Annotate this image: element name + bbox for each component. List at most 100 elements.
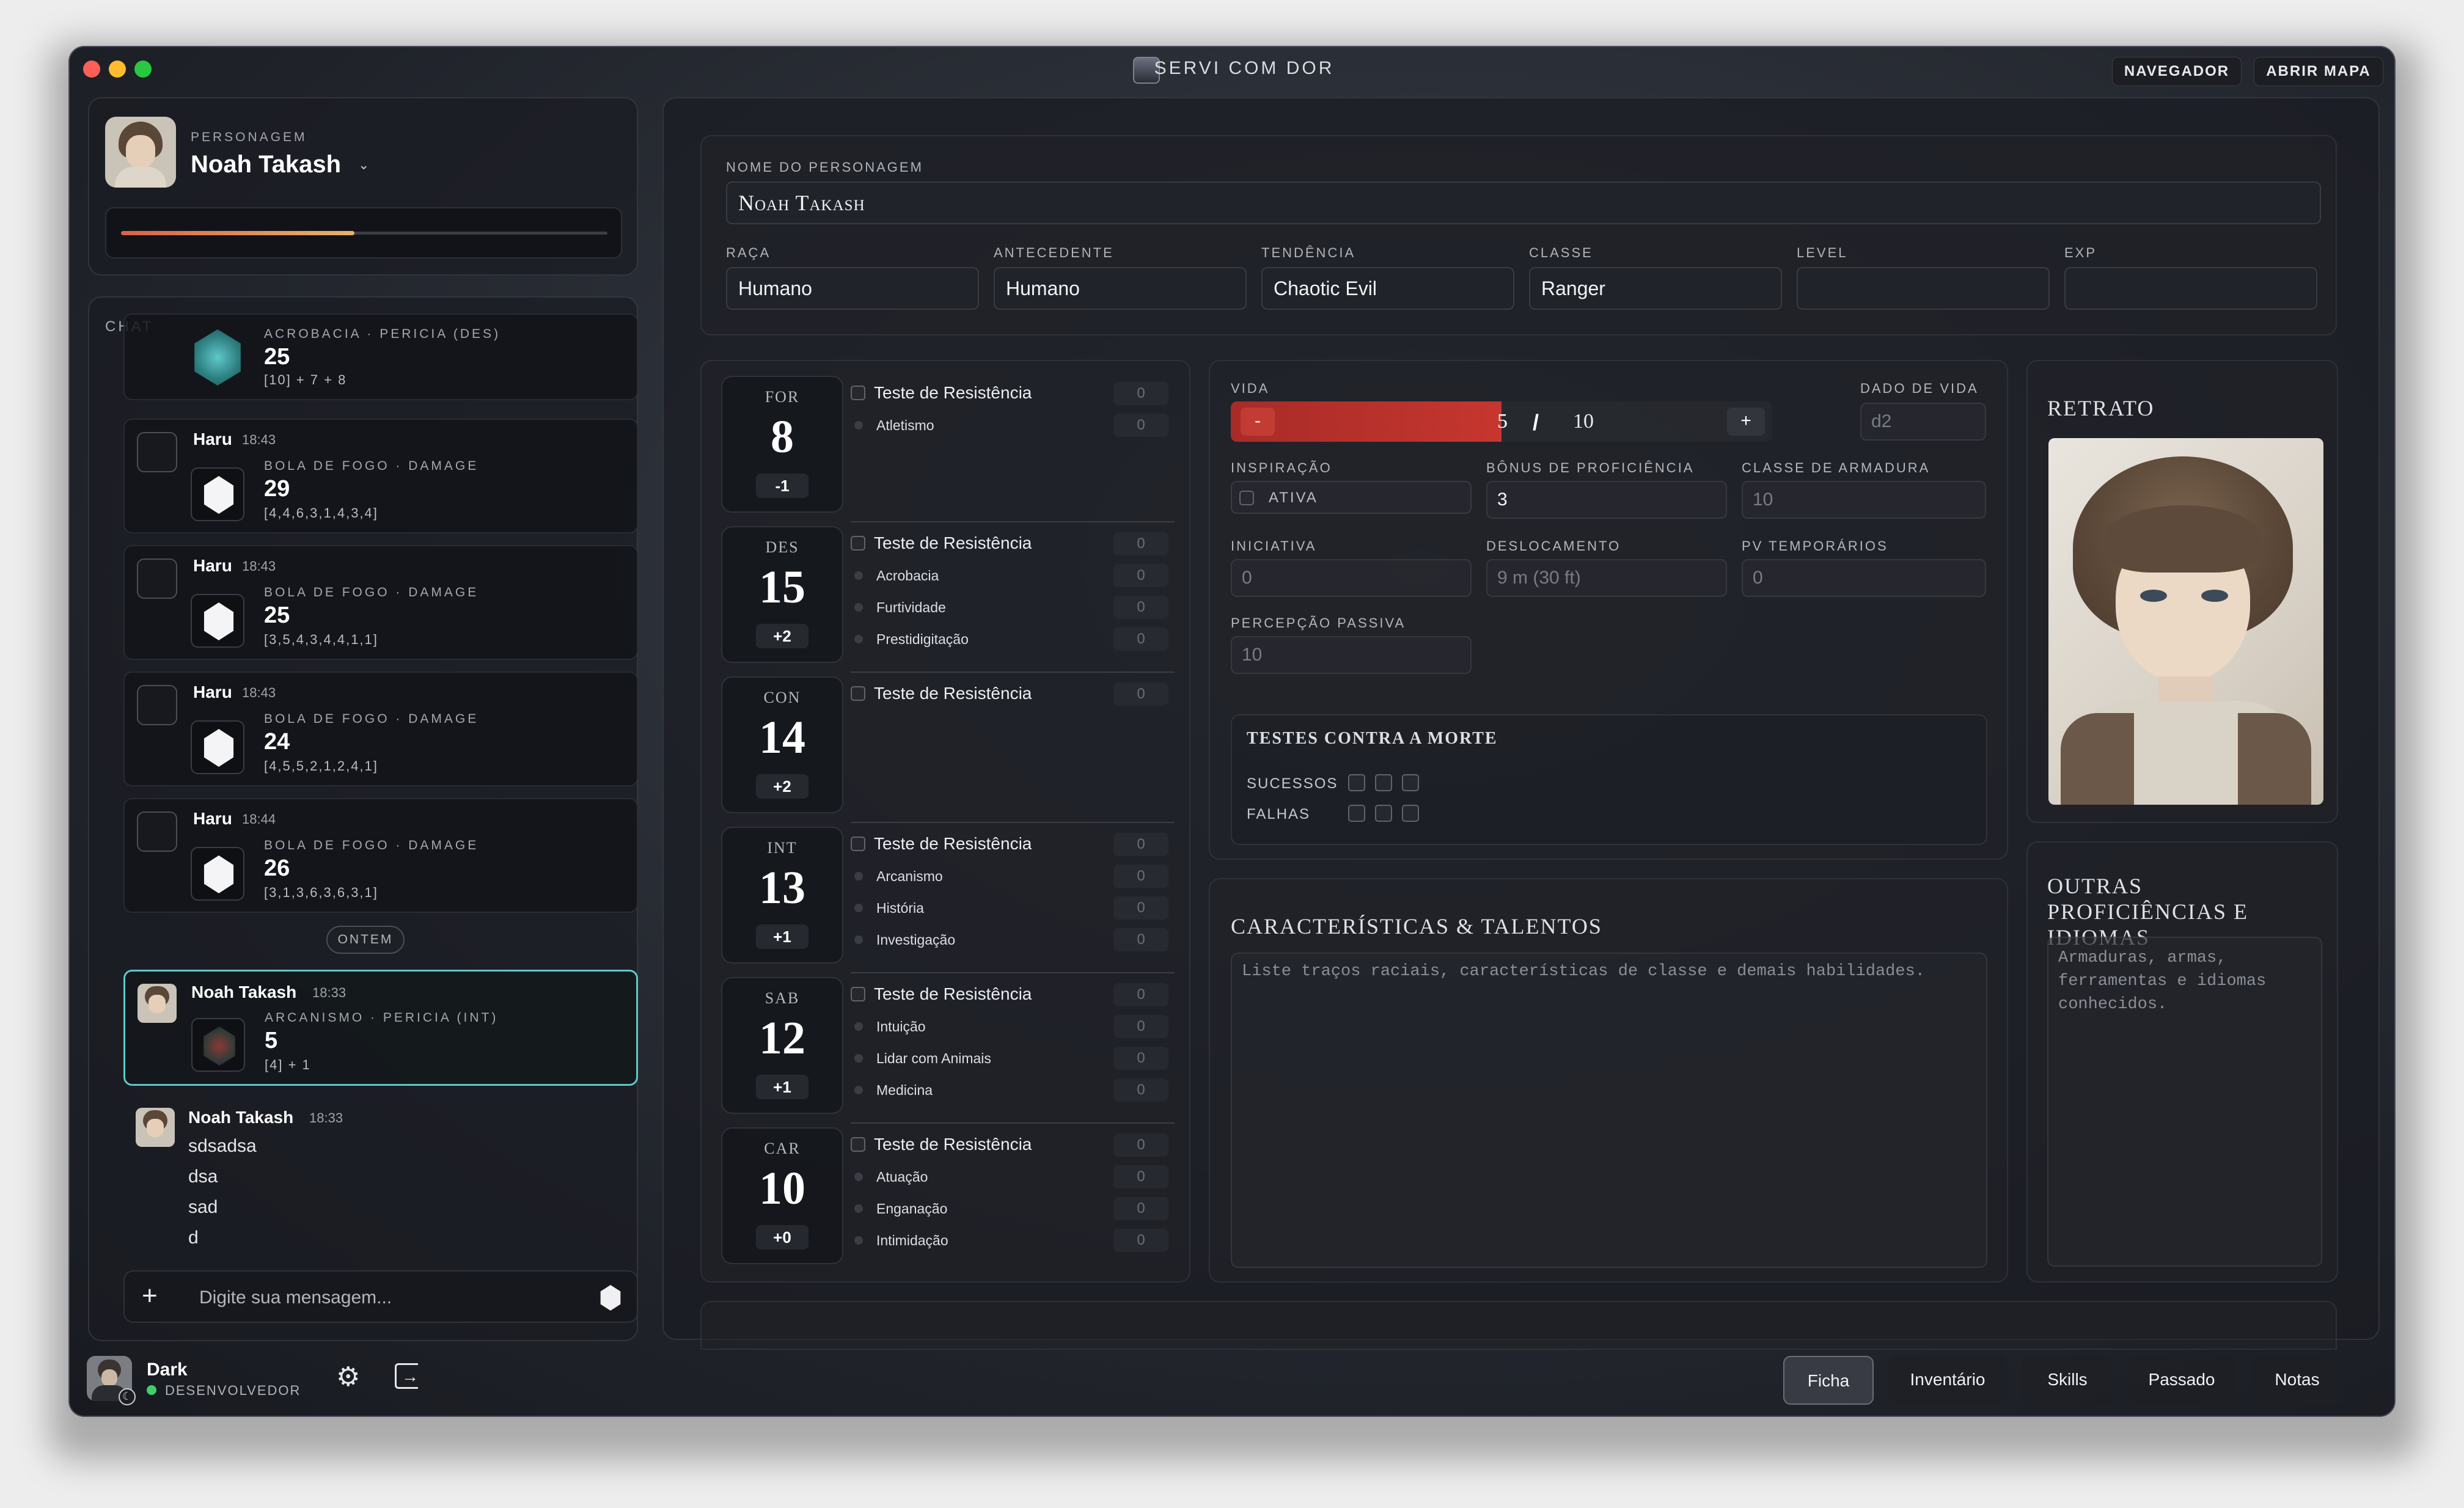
- proficiency-dot-icon[interactable]: [854, 1236, 863, 1245]
- user-avatar: [137, 558, 177, 599]
- proficiency-dot-icon[interactable]: [854, 1022, 863, 1031]
- save-checkbox[interactable]: [851, 686, 865, 701]
- proficiency-dot-icon[interactable]: [854, 1173, 863, 1181]
- save-label: Teste de Resistência: [874, 1135, 1032, 1154]
- logout-icon[interactable]: →: [395, 1363, 419, 1389]
- identity-section: NOME DO PERSONAGEM Noah Takash RAÇA Huma…: [700, 135, 2337, 335]
- chevron-down-icon[interactable]: ⌄: [358, 157, 369, 173]
- skill-name: Investigação: [876, 932, 956, 948]
- chat-roll-message[interactable]: Haru 18:43 BOLA DE FOGO · DAMAGE 29 [4,4…: [123, 419, 638, 533]
- chat-text-message[interactable]: Noah Takash 18:33 sdsadsa dsa sad d: [123, 1098, 638, 1257]
- window-title: SERVI COM DOR: [1154, 58, 1335, 78]
- tab-ficha[interactable]: Ficha: [1783, 1356, 1874, 1405]
- save-checkbox[interactable]: [851, 987, 865, 1001]
- roll-total: 26: [264, 855, 290, 881]
- message-user: Haru: [193, 430, 232, 448]
- failure-checkbox[interactable]: [1348, 805, 1365, 822]
- success-checkbox[interactable]: [1402, 774, 1419, 791]
- proficiency-dot-icon[interactable]: [854, 1086, 863, 1094]
- plus-icon[interactable]: +: [142, 1280, 158, 1312]
- save-checkbox[interactable]: [851, 386, 865, 400]
- abrir-mapa-button[interactable]: ABRIR MAPA: [2254, 57, 2383, 86]
- hp-max[interactable]: 10: [1573, 410, 1594, 433]
- character-name[interactable]: Noah Takash: [191, 151, 341, 178]
- message-time: 18:43: [242, 558, 276, 574]
- ability-int[interactable]: INT 13 +1: [721, 827, 843, 964]
- pv-temp-input[interactable]: 0: [1742, 559, 1986, 597]
- inspiracao-checkbox[interactable]: [1239, 491, 1254, 505]
- tab-notas[interactable]: Notas: [2250, 1356, 2344, 1405]
- hp-separator: /: [1533, 410, 1539, 435]
- character-panel: PERSONAGEM Noah Takash ⌄: [88, 97, 638, 276]
- raca-input[interactable]: Humano: [726, 267, 979, 310]
- skill-name: Furtividade: [876, 599, 946, 615]
- hp-increase-button[interactable]: +: [1727, 408, 1765, 436]
- deslocamento-input[interactable]: 9 m (30 ft): [1486, 559, 1727, 597]
- save-checkbox[interactable]: [851, 536, 865, 551]
- field-label: CLASSE: [1529, 245, 1593, 260]
- day-divider: ONTEM: [326, 926, 405, 954]
- dado-vida-input[interactable]: d2: [1860, 403, 1986, 441]
- hp-current[interactable]: 5: [1497, 410, 1508, 433]
- inspiracao-toggle[interactable]: ATIVA: [1231, 481, 1472, 514]
- character-avatar[interactable]: [105, 117, 176, 188]
- skill-value: 0: [1113, 1229, 1168, 1252]
- proficiency-dot-icon[interactable]: [854, 603, 863, 612]
- success-checkbox[interactable]: [1375, 774, 1392, 791]
- percepcao-label: PERCEPÇÃO PASSIVA: [1231, 615, 1406, 631]
- ability-con[interactable]: CON 14 +2: [721, 676, 843, 813]
- ability-mod: +2: [756, 624, 809, 648]
- classe-input[interactable]: Ranger: [1529, 267, 1782, 310]
- ability-car[interactable]: CAR 10 +0: [721, 1127, 843, 1264]
- proficiency-dot-icon[interactable]: [854, 571, 863, 580]
- ability-score: 8: [771, 411, 794, 463]
- chat-roll-message[interactable]: Haru 18:43 BOLA DE FOGO · DAMAGE 24 [4,5…: [123, 672, 638, 786]
- tab-passado[interactable]: Passado: [2128, 1356, 2235, 1405]
- ability-des[interactable]: DES 15 +2: [721, 526, 843, 663]
- other-proficiencies-textarea[interactable]: Armaduras, armas, ferramentas e idiomas …: [2047, 937, 2322, 1267]
- bonus-prof-input[interactable]: 3: [1486, 481, 1727, 519]
- chat-roll-message-highlighted[interactable]: Noah Takash 18:33 ARCANISMO · PERICIA (I…: [123, 970, 638, 1086]
- ability-sab[interactable]: SAB 12 +1: [721, 977, 843, 1114]
- save-label: Teste de Resistência: [874, 834, 1032, 853]
- character-name-input[interactable]: Noah Takash: [726, 181, 2321, 224]
- proficiency-dot-icon[interactable]: [854, 872, 863, 880]
- dice-roll-icon[interactable]: [600, 1285, 621, 1311]
- proficiency-dot-icon[interactable]: [854, 1054, 863, 1063]
- exp-input[interactable]: [2064, 267, 2317, 310]
- failure-checkbox[interactable]: [1375, 805, 1392, 822]
- save-checkbox[interactable]: [851, 1137, 865, 1152]
- ability-abbr: FOR: [765, 388, 800, 406]
- tendencia-input[interactable]: Chaotic Evil: [1261, 267, 1514, 310]
- ca-input[interactable]: 10: [1742, 481, 1986, 519]
- chat-message-input[interactable]: Digite sua mensagem...: [199, 1287, 392, 1308]
- proficiency-dot-icon[interactable]: [854, 635, 863, 643]
- hp-decrease-button[interactable]: -: [1241, 408, 1275, 436]
- tab-inventario[interactable]: Inventário: [1888, 1356, 2007, 1405]
- roll-detail: [4,5,5,2,1,2,4,1]: [264, 758, 378, 774]
- failure-checkbox[interactable]: [1402, 805, 1419, 822]
- proficiency-dot-icon[interactable]: [854, 904, 863, 912]
- character-portrait[interactable]: [2048, 438, 2323, 805]
- antecedente-input[interactable]: Humano: [994, 267, 1247, 310]
- chat-roll-message[interactable]: ACROBACIA · PERICIA (DES) 25 [10] + 7 + …: [123, 313, 638, 400]
- traits-textarea[interactable]: Liste traços raciais, características de…: [1231, 953, 1987, 1268]
- proficiency-dot-icon[interactable]: [854, 935, 863, 944]
- proficiency-dot-icon[interactable]: [854, 1204, 863, 1213]
- proficiency-dot-icon[interactable]: [854, 421, 863, 430]
- roll-detail: [4,4,6,3,1,4,3,4]: [264, 505, 378, 521]
- iniciativa-input[interactable]: 0: [1231, 559, 1472, 597]
- tab-skills[interactable]: Skills: [2022, 1356, 2113, 1405]
- level-input[interactable]: [1797, 267, 2050, 310]
- gear-icon[interactable]: ⚙: [336, 1362, 360, 1393]
- roll-total: 24: [264, 729, 290, 755]
- chat-roll-message[interactable]: Haru 18:44 BOLA DE FOGO · DAMAGE 26 [3,1…: [123, 798, 638, 913]
- percepcao-input[interactable]: 10: [1231, 636, 1472, 674]
- ability-for[interactable]: FOR 8 -1: [721, 376, 843, 513]
- message-time: 18:33: [312, 985, 346, 1000]
- user-avatar: [137, 432, 177, 472]
- save-checkbox[interactable]: [851, 836, 865, 851]
- navegador-button[interactable]: NAVEGADOR: [2112, 57, 2242, 86]
- chat-roll-message[interactable]: Haru 18:43 BOLA DE FOGO · DAMAGE 25 [3,5…: [123, 545, 638, 660]
- success-checkbox[interactable]: [1348, 774, 1365, 791]
